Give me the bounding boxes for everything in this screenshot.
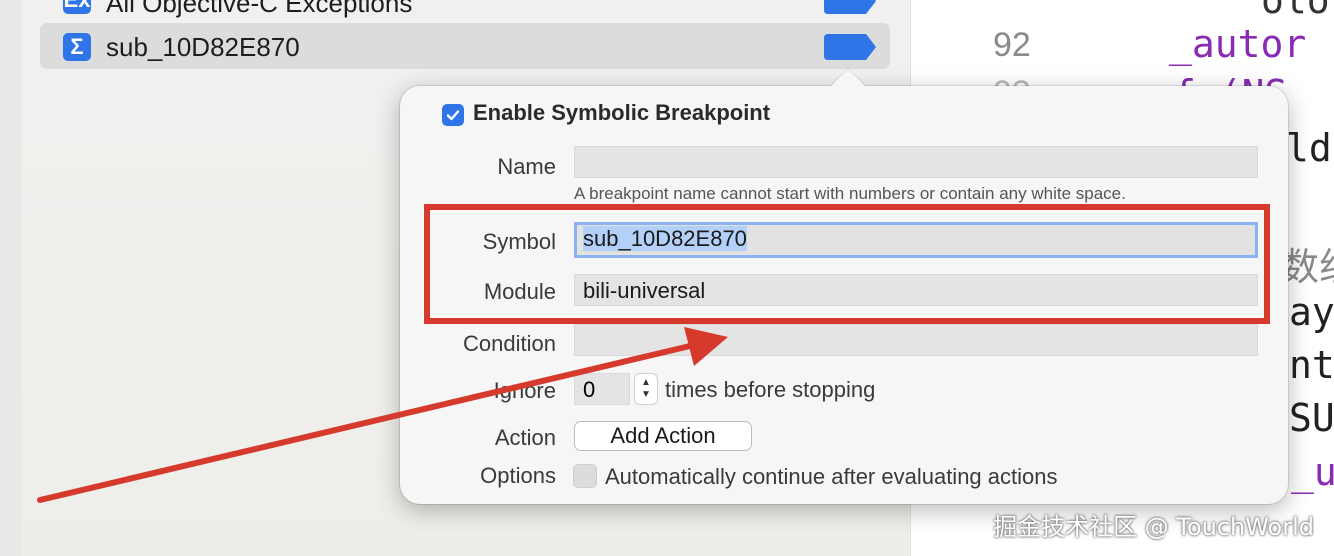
code-fragment: ld: [1286, 126, 1332, 170]
name-hint: A breakpoint name cannot start with numb…: [574, 184, 1126, 203]
auto-continue-checkbox[interactable]: [573, 464, 597, 488]
name-label: Name: [497, 154, 556, 179]
navigator-gutter: [0, 0, 22, 556]
chevron-up-icon[interactable]: ▲: [641, 377, 651, 389]
name-field[interactable]: [574, 146, 1258, 178]
line-number: 92: [993, 26, 1031, 64]
breakpoint-label: All Objective-C Exceptions: [106, 0, 413, 18]
add-action-button[interactable]: Add Action: [574, 421, 752, 451]
checkmark-icon: [446, 110, 460, 121]
code-fragment: SU: [1289, 396, 1334, 440]
chevron-down-icon[interactable]: ▼: [641, 389, 651, 401]
ignore-suffix: times before stopping: [665, 377, 876, 402]
symbolic-breakpoint-icon: Σ: [63, 33, 91, 61]
action-label: Action: [494, 425, 556, 450]
watermark: 掘金技术社区 @ TouchWorld: [993, 513, 1314, 541]
condition-label: Condition: [463, 331, 556, 356]
code-fragment: ay: [1289, 290, 1334, 334]
code-fragment: 数组: [1281, 245, 1334, 289]
exception-breakpoint-icon: Ex: [63, 0, 91, 14]
breakpoint-label: sub_10D82E870: [106, 32, 300, 62]
code-fragment: _autor: [1169, 22, 1307, 66]
annotation-highlight-box: [424, 204, 1270, 324]
code-fragment: olo: [1261, 0, 1330, 22]
ignore-stepper[interactable]: ▲ ▼: [634, 373, 658, 405]
auto-continue-label: Automatically continue after evaluating …: [605, 464, 1058, 489]
ignore-label: Ignore: [493, 378, 556, 403]
condition-field[interactable]: [574, 324, 1258, 356]
breakpoint-flag-icon[interactable]: [824, 0, 876, 14]
enable-breakpoint-label: Enable Symbolic Breakpoint: [473, 100, 771, 125]
code-fragment: _u: [1291, 450, 1334, 494]
enable-breakpoint-checkbox[interactable]: [442, 104, 464, 126]
breakpoint-flag-icon[interactable]: [824, 34, 876, 60]
options-label: Options: [480, 463, 556, 488]
ignore-count-field[interactable]: 0: [574, 373, 630, 405]
code-fragment: nt: [1289, 343, 1334, 387]
